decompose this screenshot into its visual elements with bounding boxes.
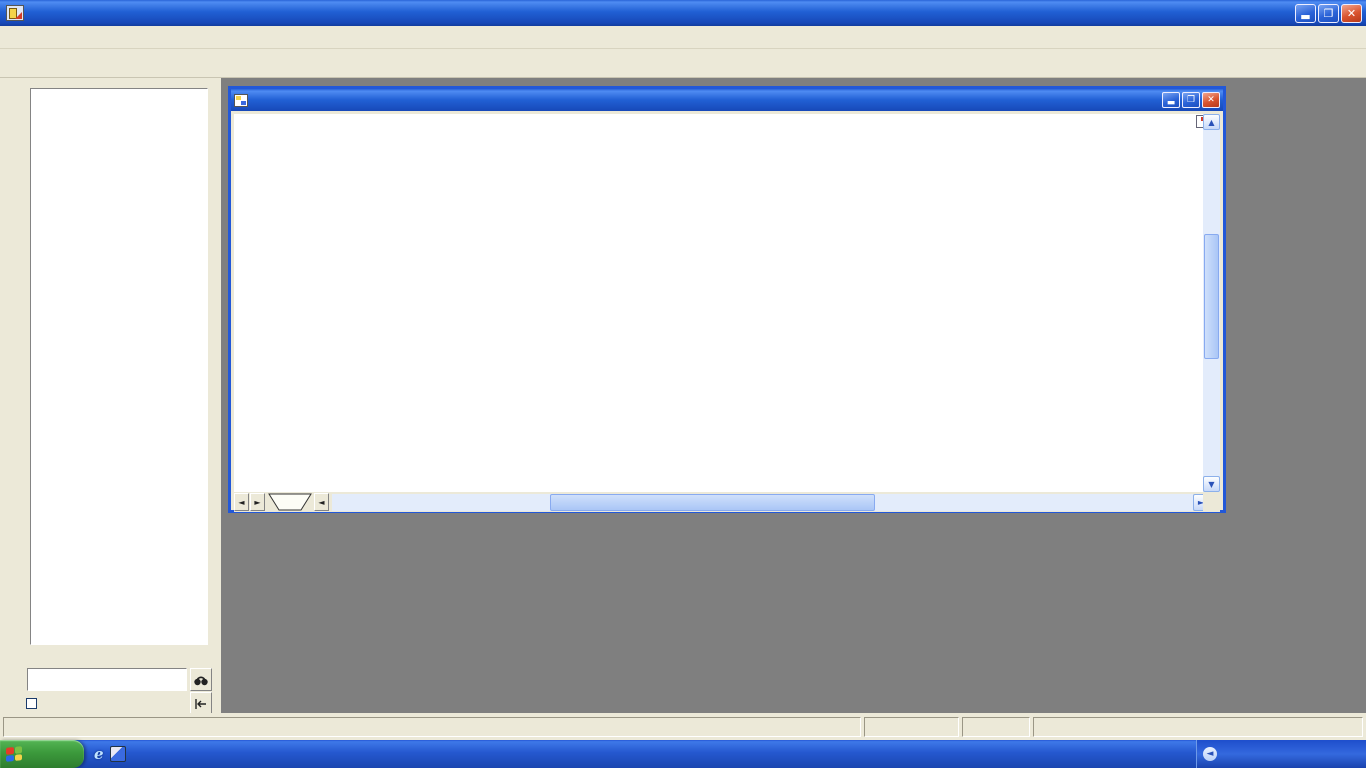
close-button[interactable]: ✕ [1341,4,1362,23]
vertical-scroll-thumb[interactable] [1204,234,1219,359]
catalog-panel [0,78,221,713]
status-bar [0,713,1366,740]
horizontal-scroll-thumb[interactable] [550,494,875,511]
quick-launch: e [94,745,126,763]
next-sheet-button[interactable]: ► [250,493,265,511]
minimize-button[interactable]: ▬ [1295,4,1316,23]
scroll-down-button[interactable]: ▼ [1203,476,1220,492]
start-button[interactable] [0,740,84,768]
horizontal-scrollbar[interactable] [332,494,1193,511]
vertical-scrollbar[interactable]: ▲ ▼ [1203,114,1220,492]
windows-logo-icon [6,746,22,762]
internet-explorer-icon[interactable]: e [94,745,104,763]
screen: ▬ ❐ ✕ [0,0,1366,768]
jump-arrow-icon [194,697,208,711]
chart-close-button[interactable]: ✕ [1202,92,1220,108]
status-field-1 [864,717,959,737]
find-button[interactable] [190,668,212,691]
prev-sheet-button[interactable]: ◄ [234,493,249,511]
chart-window-icon [234,94,248,107]
jump-to-letter-button[interactable] [190,692,212,715]
maximize-button[interactable]: ❐ [1318,4,1339,23]
block-catalog-tree [30,88,208,645]
workspace: ▬ ❐ ✕ ▲ ▼ ◄ [0,78,1366,713]
window-titlebar: ▬ ❐ ✕ [0,0,1366,26]
scrollbar-corner [1203,492,1220,512]
chart-minimize-button[interactable]: ▬ [1162,92,1180,108]
sheet-tab[interactable] [268,493,312,511]
status-field-sheet [962,717,1030,737]
sheet-bar: ◄ ► ◄ ► [234,492,1209,512]
toolbar [0,49,1366,78]
cfc-canvas [234,114,1209,492]
system-tray: ◄ [1196,740,1366,768]
status-help-text [3,717,861,737]
chart-window: ▬ ❐ ✕ ▲ ▼ ◄ [228,86,1226,513]
find-initial-letter-option [26,698,42,709]
taskbar: e [0,740,1366,768]
binoculars-icon [193,673,209,687]
quick-launch-icon-2[interactable] [110,746,126,762]
tray-chevron-icon[interactable]: ◄ [1203,747,1217,761]
chart-maximize-button[interactable]: ❐ [1182,92,1200,108]
status-field-context [1033,717,1363,737]
chart-window-titlebar: ▬ ❐ ✕ [231,89,1223,111]
scroll-up-button[interactable]: ▲ [1203,114,1220,130]
cfc-app-icon [6,5,24,21]
hscroll-left-button[interactable]: ◄ [314,493,329,511]
search-input[interactable] [27,668,187,691]
find-initial-letter-checkbox[interactable] [26,698,37,709]
menu-bar [0,26,1366,49]
mdi-area: ▬ ❐ ✕ ▲ ▼ ◄ [221,78,1366,713]
